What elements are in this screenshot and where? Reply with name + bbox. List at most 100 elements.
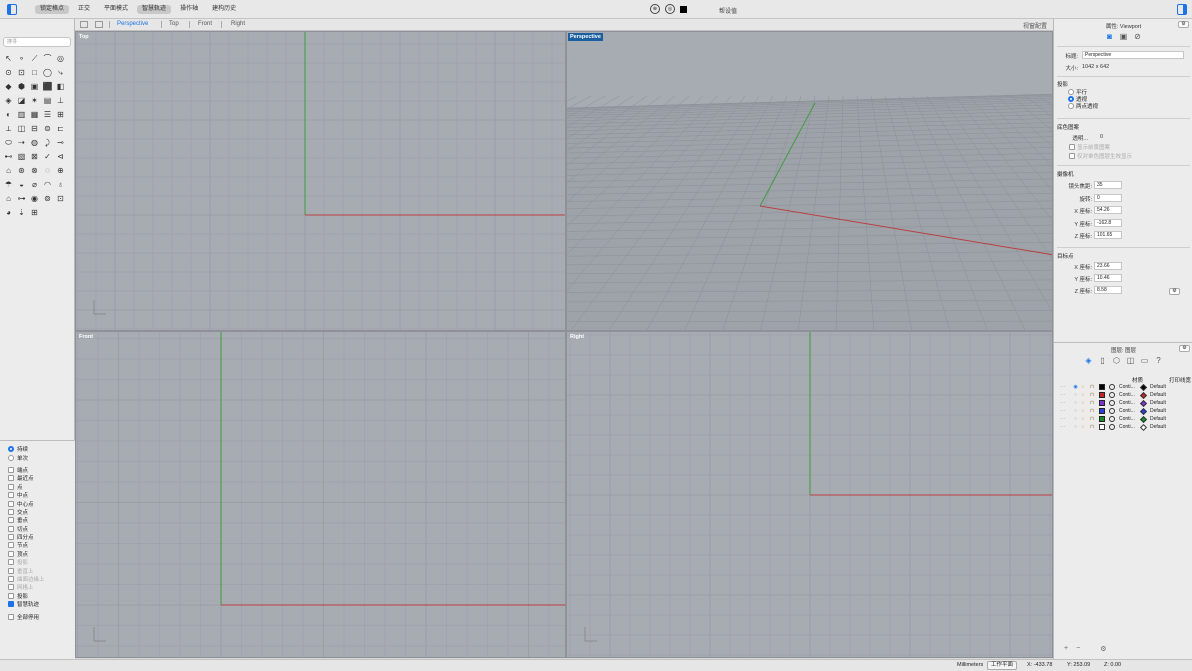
tool-icon-21[interactable]: ▥ bbox=[16, 109, 27, 120]
current-layer-icon[interactable]: ○ bbox=[1070, 424, 1081, 430]
layer-color-swatch[interactable] bbox=[1099, 384, 1105, 390]
viewport-label-front[interactable]: Front bbox=[77, 333, 95, 341]
layer-row[interactable]: ··· ○ ♁ ⊓ Conti... Default bbox=[1060, 399, 1192, 407]
osnap-checkbox-3[interactable]: 中点 bbox=[8, 491, 75, 499]
tool-icon-34[interactable]: ⊸ bbox=[55, 137, 66, 148]
tool-icon-0[interactable]: ↖ bbox=[3, 53, 14, 64]
layer-handle-icon[interactable]: ··· bbox=[1060, 392, 1070, 398]
transparency-value[interactable]: 0 bbox=[1100, 134, 1103, 140]
print-width-label[interactable]: Default bbox=[1150, 392, 1166, 398]
osnap-checkbox-5[interactable]: 交点 bbox=[8, 508, 75, 516]
tool-icon-5[interactable]: ⊙ bbox=[3, 67, 14, 78]
osnap-checkbox-9[interactable]: 节点 bbox=[8, 541, 75, 549]
block-icon[interactable]: ◫ bbox=[1126, 356, 1135, 365]
camera-field-0[interactable]: 35 bbox=[1094, 181, 1122, 189]
tool-icon-16[interactable]: ◪ bbox=[16, 95, 27, 106]
camera-icon[interactable]: ◙ bbox=[1105, 32, 1114, 41]
cube-icon[interactable]: ⬡ bbox=[1112, 356, 1121, 365]
tool-icon-51[interactable]: ⊶ bbox=[16, 193, 27, 204]
osnap-checkbox-1[interactable]: 最近点 bbox=[8, 474, 75, 482]
layer-row[interactable]: ··· ○ ♁ ⊓ Conti... Default bbox=[1060, 407, 1192, 415]
layers-gear-icon[interactable]: ⚙ bbox=[1179, 345, 1190, 352]
tool-icon-55[interactable]: ◕ bbox=[3, 207, 14, 218]
current-layer-icon[interactable]: ○ bbox=[1070, 408, 1081, 414]
osnap-checkbox-7[interactable]: 切点 bbox=[8, 525, 75, 533]
print-color-diamond[interactable] bbox=[1139, 415, 1148, 423]
print-width-label[interactable]: Default bbox=[1150, 424, 1166, 430]
tool-icon-35[interactable]: ⊷ bbox=[3, 151, 14, 162]
tool-icon-32[interactable]: ◍ bbox=[29, 137, 40, 148]
cplane-button[interactable]: 工作平面 bbox=[987, 661, 1018, 670]
tool-icon-3[interactable]: ⌒ bbox=[42, 53, 53, 64]
tool-icon-46[interactable]: ◒ bbox=[16, 179, 27, 190]
lock-icon[interactable]: ⊓ bbox=[1090, 392, 1099, 398]
material-ring-icon[interactable] bbox=[1109, 416, 1115, 422]
tool-icon-7[interactable]: □ bbox=[29, 67, 40, 78]
monitor-icon[interactable]: ▭ bbox=[1140, 356, 1149, 365]
toggle-right-panel-icon[interactable] bbox=[1177, 4, 1187, 15]
linetype-label[interactable]: Conti... bbox=[1119, 416, 1141, 422]
tool-icon-45[interactable]: ☂ bbox=[3, 179, 14, 190]
layer-row[interactable]: ··· ○ ♁ ⊓ Conti... Default bbox=[1060, 423, 1192, 431]
visibility-bulb-icon[interactable]: ♁ bbox=[1081, 408, 1090, 414]
visibility-bulb-icon[interactable]: ♁ bbox=[1081, 416, 1090, 422]
viewport-label-right[interactable]: Right bbox=[568, 333, 586, 341]
current-layer-icon[interactable]: ○ bbox=[1070, 416, 1081, 422]
mode-toggle-5[interactable]: 建构历史 bbox=[207, 5, 241, 14]
tool-icon-53[interactable]: ⊚ bbox=[42, 193, 53, 204]
tool-icon-20[interactable]: ◐ bbox=[3, 109, 14, 120]
material-ring-icon[interactable] bbox=[1109, 424, 1115, 430]
tool-icon-10[interactable]: ◆ bbox=[3, 81, 14, 92]
tool-icon-24[interactable]: ⊞ bbox=[55, 109, 66, 120]
lock-icon[interactable]: ⊓ bbox=[1090, 416, 1099, 422]
linetype-label[interactable]: Conti... bbox=[1119, 408, 1141, 414]
linetype-label[interactable]: Conti... bbox=[1119, 392, 1141, 398]
tool-icon-13[interactable]: ⬛ bbox=[42, 81, 53, 92]
visibility-bulb-icon[interactable]: ♁ bbox=[1081, 400, 1090, 406]
mode-toggle-2[interactable]: 平面模式 bbox=[99, 5, 133, 14]
target-field-1[interactable]: 10.46 bbox=[1094, 274, 1122, 282]
target-gear-icon[interactable]: ⚙ bbox=[1169, 288, 1180, 295]
snap-mode-0[interactable]: 持续 bbox=[8, 445, 75, 453]
print-width-label[interactable]: Default bbox=[1150, 400, 1166, 406]
tool-icon-42[interactable]: ⊗ bbox=[29, 165, 40, 176]
grid-layout-icon[interactable] bbox=[80, 21, 88, 28]
tool-icon-52[interactable]: ◉ bbox=[29, 193, 40, 204]
layer-color-swatch[interactable] bbox=[1099, 424, 1105, 430]
layer-row[interactable]: ··· ○ ♁ ⊓ Conti... Default bbox=[1060, 415, 1192, 423]
image-icon[interactable]: ▣ bbox=[1119, 32, 1128, 41]
print-color-diamond[interactable] bbox=[1139, 423, 1148, 431]
print-width-label[interactable]: Default bbox=[1150, 408, 1166, 414]
mode-toggle-3[interactable]: 智慧轨迹 bbox=[137, 5, 172, 14]
mode-toggle-4[interactable]: 操作轴 bbox=[175, 5, 203, 14]
tool-icon-14[interactable]: ◧ bbox=[55, 81, 66, 92]
visibility-bulb-icon[interactable]: ♁ bbox=[1081, 424, 1090, 430]
tab-perspective[interactable]: Perspective bbox=[117, 21, 148, 27]
color-swatch-icon[interactable] bbox=[680, 5, 687, 13]
tool-icon-56[interactable]: ⇣ bbox=[16, 207, 27, 218]
snap-mode-1[interactable]: 单次 bbox=[8, 453, 75, 462]
lock-icon[interactable]: ⊓ bbox=[1090, 384, 1099, 390]
osnap-checkbox-8[interactable]: 四分点 bbox=[8, 533, 75, 541]
tool-icon-38[interactable]: ✓ bbox=[42, 151, 53, 162]
material-ring-icon[interactable] bbox=[1109, 408, 1115, 414]
linetype-label[interactable]: Conti... bbox=[1119, 424, 1141, 430]
osnap-checkbox-0[interactable]: 端点 bbox=[8, 466, 75, 474]
layers-icon[interactable]: ◈ bbox=[1084, 356, 1093, 365]
osnap-checkbox-16[interactable]: 智慧轨迹 bbox=[8, 600, 75, 608]
visibility-bulb-icon[interactable]: ♁ bbox=[1081, 392, 1090, 398]
tool-icon-22[interactable]: ▦ bbox=[29, 109, 40, 120]
tool-icon-54[interactable]: ⊡ bbox=[55, 193, 66, 204]
print-width-label[interactable]: Default bbox=[1150, 384, 1166, 390]
layer-color-swatch[interactable] bbox=[1099, 400, 1105, 406]
camera-field-3[interactable]: -162.8 bbox=[1094, 218, 1122, 227]
viewport-label-perspective[interactable]: Perspective bbox=[568, 33, 603, 41]
tool-icon-57[interactable]: ⊞ bbox=[29, 207, 40, 218]
link-icon[interactable]: ⊘ bbox=[1133, 32, 1142, 41]
print-color-diamond[interactable] bbox=[1139, 399, 1148, 407]
tool-icon-9[interactable]: ⤷ bbox=[55, 67, 66, 78]
help-icon[interactable]: ? bbox=[1154, 356, 1163, 365]
tool-icon-49[interactable]: ♁ bbox=[55, 179, 66, 190]
viewport-title-field[interactable]: Perspective bbox=[1082, 51, 1184, 59]
toggle-left-panel-icon[interactable] bbox=[7, 4, 17, 15]
